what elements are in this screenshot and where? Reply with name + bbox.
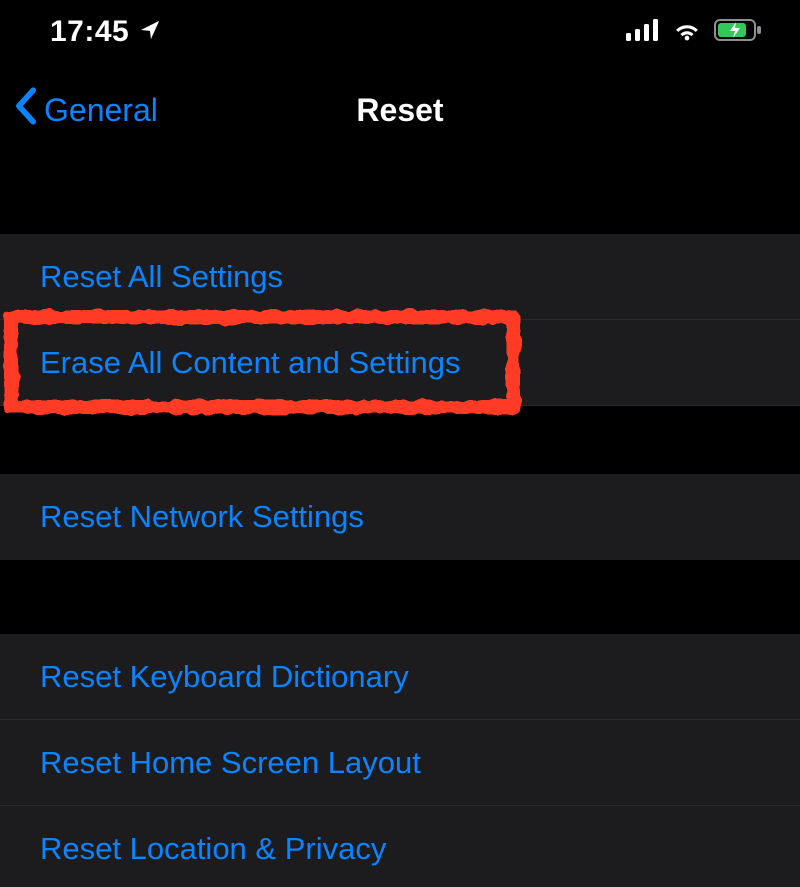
location-icon <box>139 15 161 49</box>
reset-network-settings-row[interactable]: Reset Network Settings <box>0 474 800 560</box>
wifi-icon <box>672 19 702 46</box>
row-label: Reset Home Screen Layout <box>40 745 421 781</box>
erase-all-content-row[interactable]: Erase All Content and Settings <box>0 320 800 406</box>
status-bar: 17:45 <box>0 0 800 64</box>
row-label: Reset Location & Privacy <box>40 831 386 867</box>
reset-keyboard-dictionary-row[interactable]: Reset Keyboard Dictionary <box>0 634 800 720</box>
reset-home-screen-row[interactable]: Reset Home Screen Layout <box>0 720 800 806</box>
row-label: Reset Network Settings <box>40 499 364 535</box>
cellular-signal-icon <box>626 19 660 46</box>
back-label: General <box>44 92 158 129</box>
back-button[interactable]: General <box>12 86 158 134</box>
settings-list: Reset All Settings Erase All Content and… <box>0 156 800 887</box>
row-label: Reset All Settings <box>40 259 283 295</box>
row-label: Erase All Content and Settings <box>40 345 460 381</box>
status-time: 17:45 <box>50 15 129 49</box>
chevron-left-icon <box>12 86 40 134</box>
reset-all-settings-row[interactable]: Reset All Settings <box>0 234 800 320</box>
row-label: Reset Keyboard Dictionary <box>40 659 409 695</box>
battery-charging-icon <box>714 18 762 47</box>
navigation-bar: General Reset <box>0 64 800 156</box>
reset-location-privacy-row[interactable]: Reset Location & Privacy <box>0 806 800 887</box>
